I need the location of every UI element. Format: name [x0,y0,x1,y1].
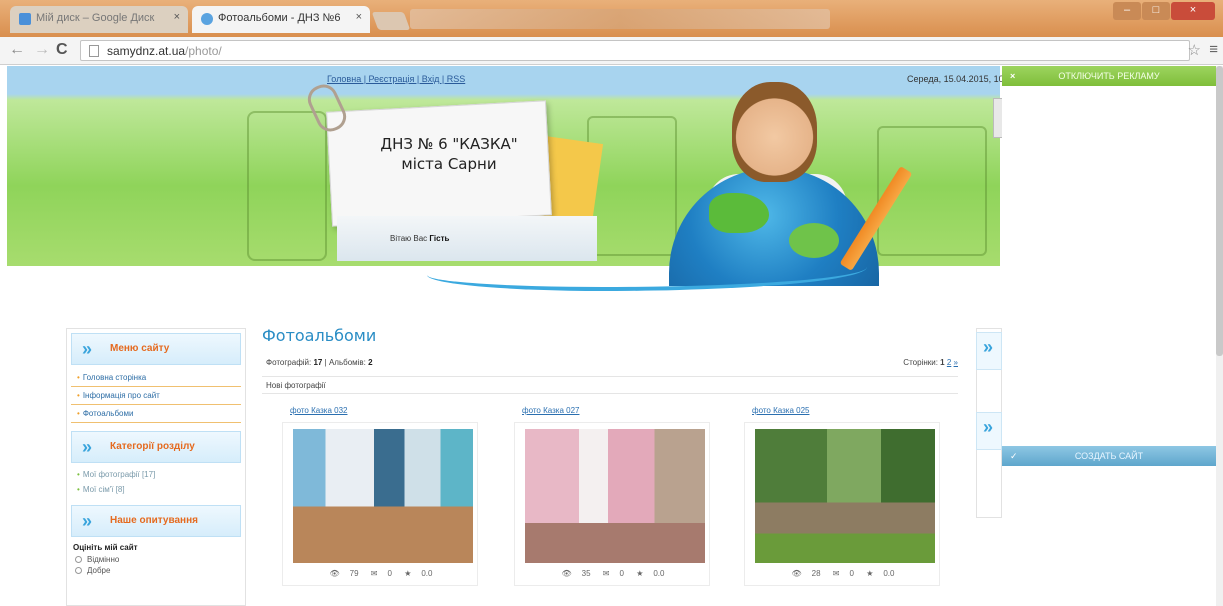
maximize-button[interactable]: □ [1142,2,1170,20]
photo-meta: 👁 79 ✉ 0 ★ 0.0 [329,569,433,578]
site-favicon-icon [201,13,213,25]
create-site-button[interactable]: ✓ СОЗДАТЬ САЙТ [1002,446,1216,466]
tab-close-icon[interactable]: × [174,11,180,23]
web-page: Головна | Реєстрація | Вхід | RSS Середа… [0,66,1223,606]
eye-icon: 👁 [329,569,340,578]
photo-thumbnail[interactable] [293,429,473,563]
window-controls: – □ × [1112,2,1215,22]
right-sidebar: » » [976,328,1002,518]
site-header: Головна | Реєстрація | Вхід | RSS Середа… [7,66,1004,291]
sidebar-item-home[interactable]: • Головна сторінка [71,369,241,387]
poll-option[interactable]: Відмінно [75,554,237,565]
star-icon: ★ [404,569,412,578]
forward-arrow-icon[interactable]: → [34,41,50,59]
welcome-text: Вітаю Вас Гість [390,234,450,243]
doodle-decoration [247,111,327,261]
comment-icon: ✉ [602,569,610,578]
double-chevron-icon: » [976,332,1002,370]
page-current: 1 [940,358,945,367]
url-host: samydnz.at.ua [107,44,186,58]
back-arrow-icon[interactable]: ← [9,41,25,59]
url-input[interactable]: samydnz.at.ua/photo/ [80,40,1190,61]
poll-header: » Наше опитування [71,505,241,537]
main-content: Фотоальбоми Фотографій: 17 | Альбомів: 2… [262,326,962,606]
boy-illustration [732,82,817,182]
site-title-line1: ДНЗ № 6 "КАЗКА" [380,135,518,153]
photo-frame: 👁 79 ✉ 0 ★ 0.0 [282,422,478,586]
tab-google-drive[interactable]: Мій диск – Google Диск × [10,6,188,33]
photo-thumbnail[interactable] [755,429,935,563]
page-link-2[interactable]: 2 [947,358,951,367]
disable-ads-button[interactable]: × ОТКЛЮЧИТЬ РЕКЛАМУ [1002,66,1216,86]
radio-icon [75,556,82,564]
browser-tab-bar: Мій диск – Google Диск × Фотоальбоми - Д… [0,0,1223,37]
comment-icon: ✉ [370,569,378,578]
menu-header: » Меню сайту [71,333,241,365]
photo-frame: 👁 35 ✉ 0 ★ 0.0 [514,422,710,586]
date-display: Середа, 15.04.2015, 10 [907,74,1004,84]
doodle-decoration [587,116,677,256]
poll-question: Оцініть мій сайт [73,543,138,552]
blurred-tab-area [410,9,830,29]
poll-option[interactable]: Добре [75,565,237,576]
radio-icon [75,567,82,575]
sidebar-item-photoalbums[interactable]: • Фотоальбоми [71,405,241,423]
bookmark-star-icon[interactable]: ☆ [1188,41,1201,59]
site-title: ДНЗ № 6 "КАЗКА" міста Сарни [349,134,549,174]
scrollbar-thumb[interactable] [1216,66,1223,356]
next-page-icon[interactable]: » [954,358,958,367]
star-icon: ★ [866,569,874,578]
star-icon: ★ [636,569,644,578]
photo-title-link[interactable]: фото Казка 025 [752,406,928,415]
welcome-user: Гість [429,234,450,243]
double-chevron-icon: » [82,437,93,457]
new-photos-heading: Нові фотографії [262,376,958,394]
album-stats: Фотографій: 17 | Альбомів: 2 [266,358,373,367]
photo-frame: 👁 28 ✉ 0 ★ 0.0 [744,422,940,586]
url-path: /photo/ [185,44,222,58]
left-sidebar: » Меню сайту • Головна сторінка • Інформац… [66,328,246,606]
photo-card: фото Казка 032 👁 79 ✉ 0 ★ 0.0 [266,406,478,606]
close-icon: × [1010,71,1016,81]
photo-meta: 👁 28 ✉ 0 ★ 0.0 [791,569,895,578]
pagination: Сторінки: 1 2 » [903,358,958,367]
photo-card: фото Казка 027 👁 35 ✉ 0 ★ 0.0 [498,406,710,606]
photo-card: фото Казка 025 👁 28 ✉ 0 ★ 0.0 [728,406,940,606]
tab-label: Мій диск – Google Диск [36,12,155,24]
category-my-photos[interactable]: • Мої фотографії [17] [71,467,241,482]
tab-close-icon[interactable]: × [356,11,362,23]
photo-thumbnail[interactable] [525,429,705,563]
page-title: Фотоальбоми [262,326,377,345]
ad-panel: × ОТКЛЮЧИТЬ РЕКЛАМУ ✓ СОЗДАТЬ САЙТ [1002,66,1216,466]
category-my-family[interactable]: • Мої сім'ї [8] [71,482,241,497]
categories-header: » Категорії розділу [71,431,241,463]
tab-label: Фотоальбоми - ДНЗ №6 [218,12,341,24]
photo-meta: 👁 35 ✉ 0 ★ 0.0 [561,569,665,578]
reload-icon[interactable]: C [56,41,68,59]
double-chevron-icon: » [976,412,1002,450]
window-close-button[interactable]: × [1171,2,1215,20]
page-icon [89,45,99,57]
double-chevron-icon: » [82,339,93,359]
drive-favicon-icon [19,13,31,25]
top-nav-links[interactable]: Головна | Реєстрація | Вхід | RSS [327,74,465,84]
new-tab-button[interactable] [371,12,411,30]
tab-photoalbums[interactable]: Фотоальбоми - ДНЗ №6 × [192,6,370,33]
comment-icon: ✉ [832,569,840,578]
eye-icon: 👁 [561,569,572,578]
photo-title-link[interactable]: фото Казка 032 [290,406,466,415]
check-icon: ✓ [1010,451,1018,461]
site-title-line2: міста Сарни [401,155,497,173]
eye-icon: 👁 [791,569,802,578]
minimize-button[interactable]: – [1113,2,1141,20]
browser-menu-icon[interactable]: ≡ [1209,41,1218,58]
address-bar-row: ← → C samydnz.at.ua/photo/ ☆ ≡ [0,37,1223,65]
photo-title-link[interactable]: фото Казка 027 [522,406,698,415]
double-chevron-icon: » [82,511,93,531]
sidebar-item-about[interactable]: • Інформація про сайт [71,387,241,405]
